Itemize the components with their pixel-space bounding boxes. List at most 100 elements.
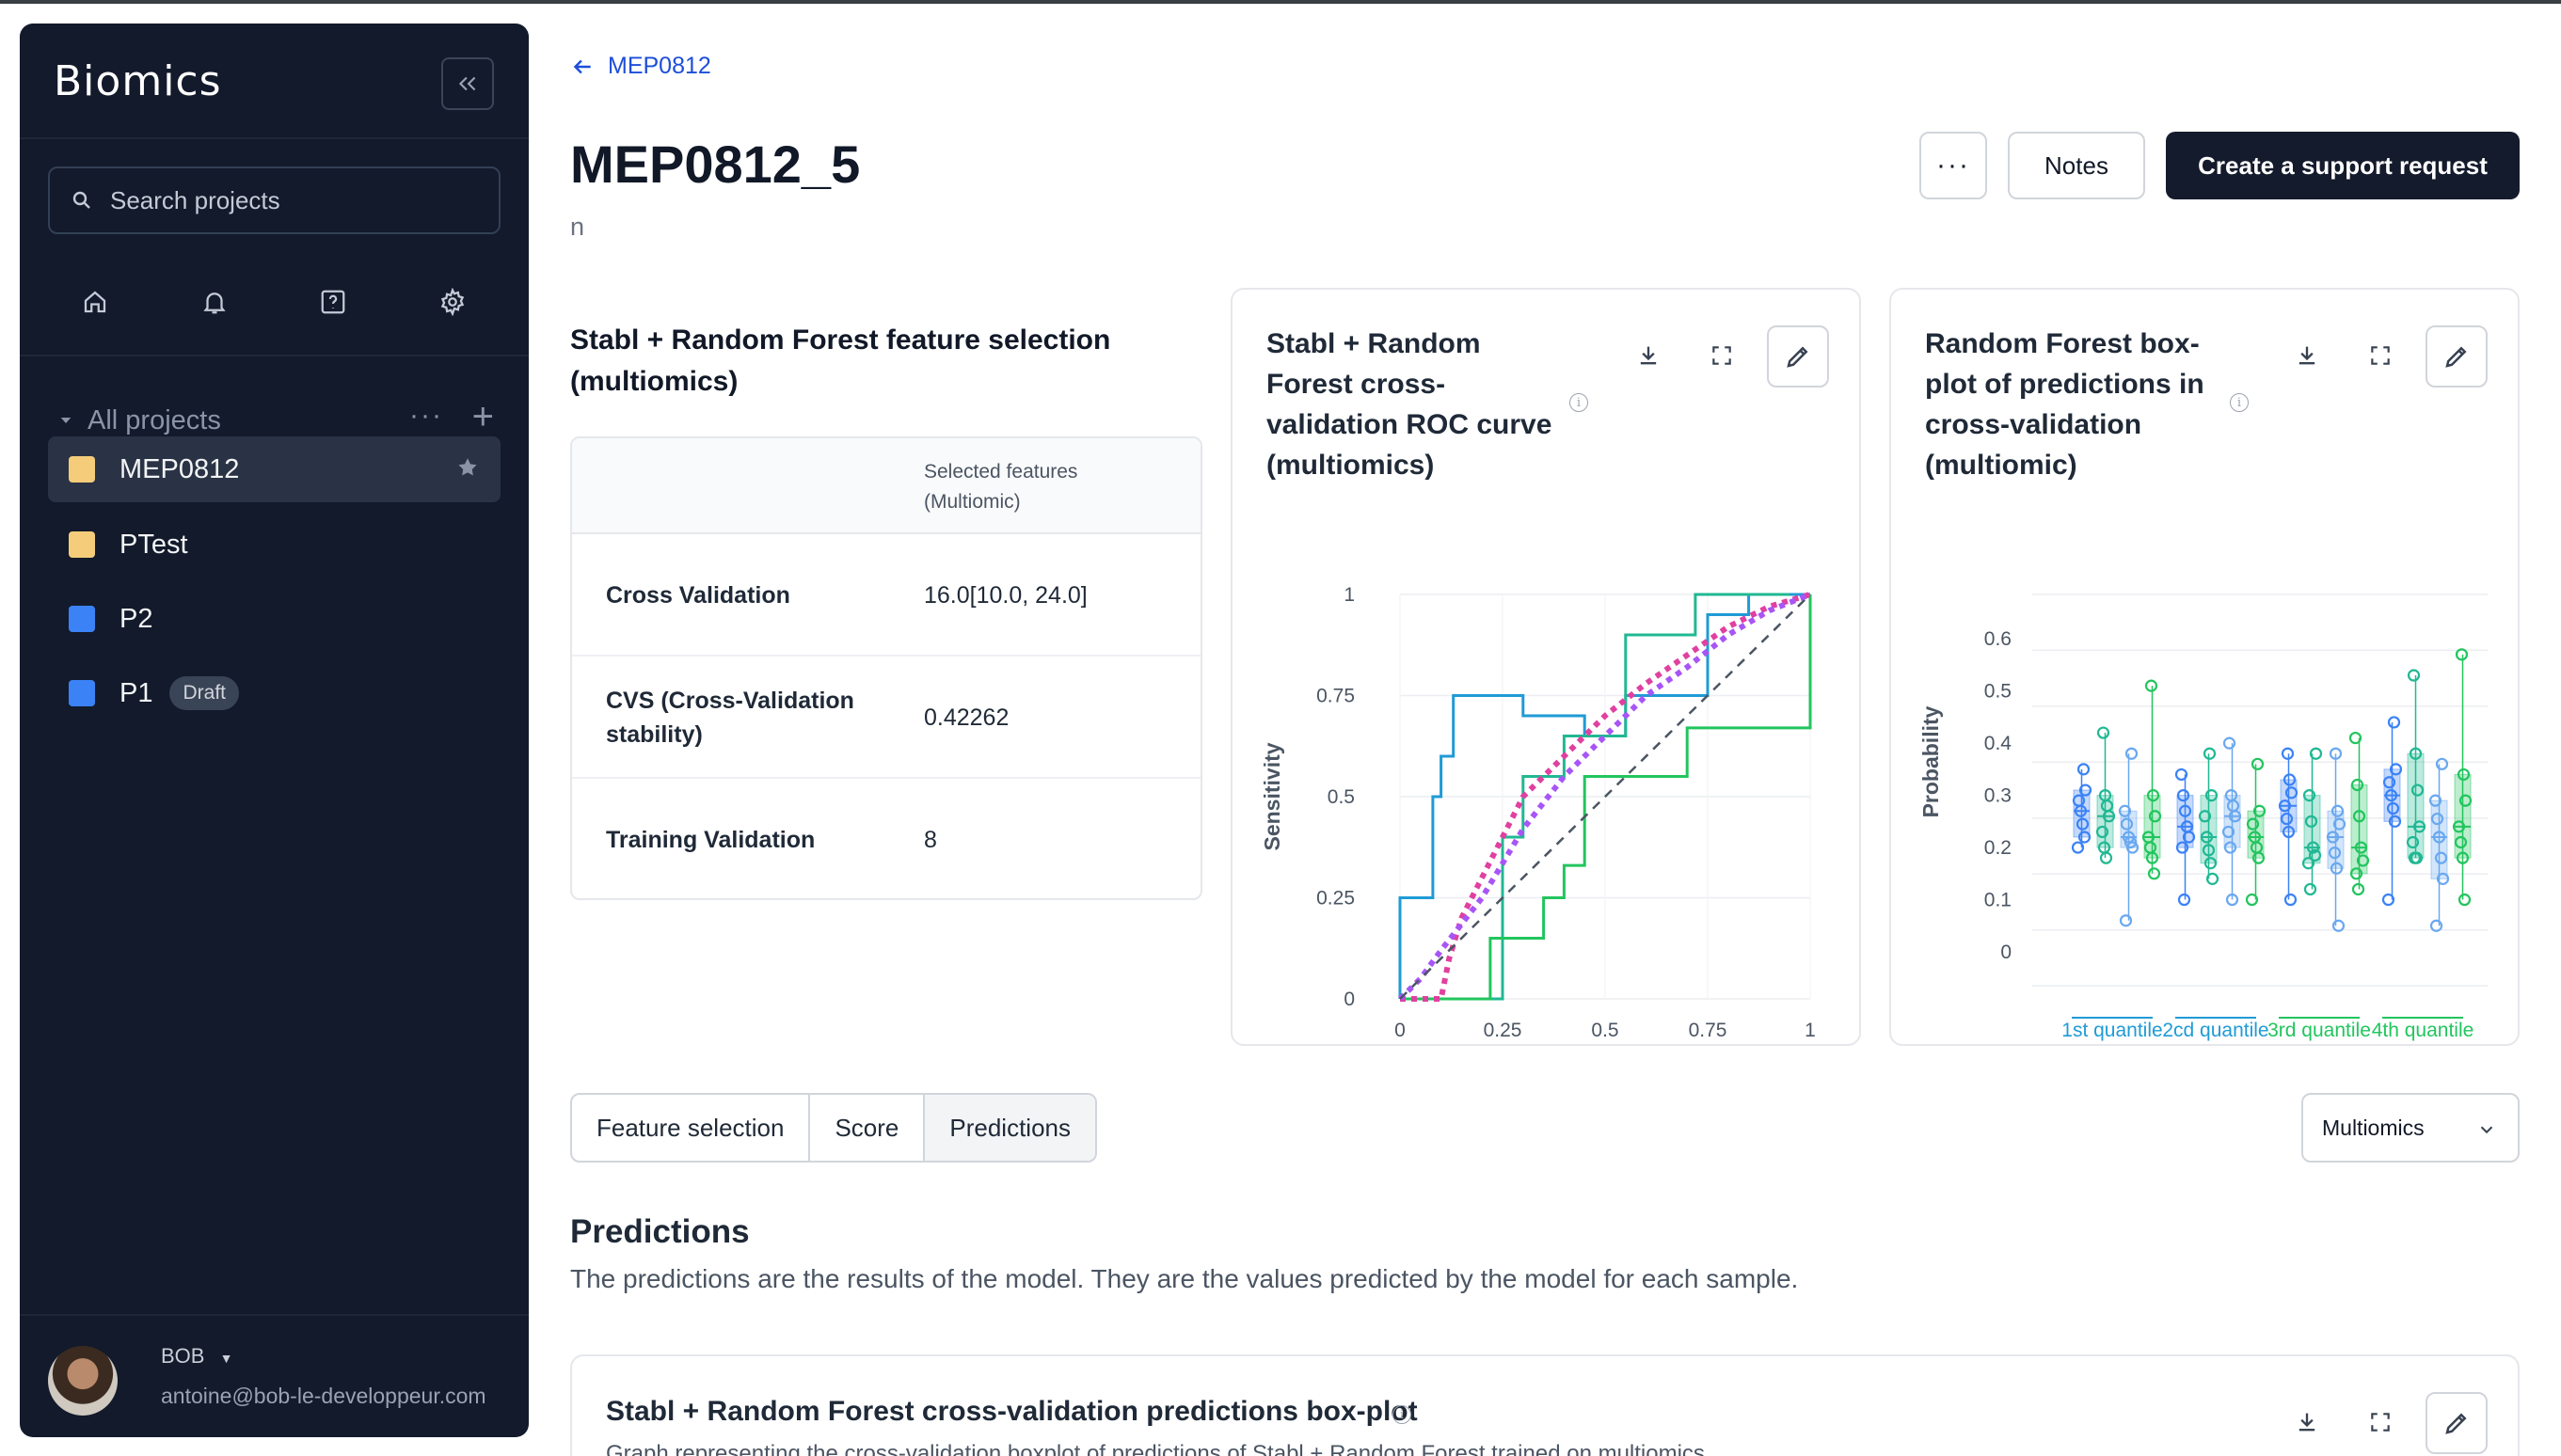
edit-chart-button[interactable] (1767, 325, 1829, 388)
box-point (2144, 679, 2158, 692)
feature-selection-title: Stabl + Random Forest feature selection … (570, 324, 1111, 397)
feature-selection-table: Selected features (Multiomic) Cross Vali… (570, 436, 1202, 900)
chevron-down-icon (2480, 1126, 2493, 1134)
y-tick-label: 0.5 (1984, 681, 2012, 703)
y-tick-label: 0.4 (1984, 733, 2012, 754)
predictions-boxplot-title: Stabl + Random Forest cross-validation p… (606, 1396, 1418, 1427)
box-point (2351, 882, 2365, 896)
gear-icon[interactable] (434, 283, 471, 321)
sidebar-divider (20, 1314, 529, 1316)
y-axis-label: Sensitivity (1260, 742, 1284, 850)
user-menu[interactable]: BOB ▼ antoine@bob-le-developpeur.com (48, 1338, 518, 1423)
table-row: Cross Validation 16.0[10.0, 24.0] (572, 534, 1201, 657)
info-icon[interactable]: i (1392, 1405, 1411, 1424)
row-label: Cross Validation (606, 582, 790, 609)
x-tick-label: 0.5 (1591, 1020, 1618, 1041)
row-label-line: CVS (Cross-Validation (606, 688, 854, 714)
create-support-request-button[interactable]: Create a support request (2166, 132, 2520, 199)
category-label: 1st quantile (2061, 1020, 2162, 1041)
download-icon[interactable] (2290, 1405, 2324, 1439)
box-body (2407, 752, 2425, 859)
draft-badge: Draft (169, 676, 239, 710)
arrow-left-icon (573, 59, 591, 73)
info-icon[interactable]: i (2230, 393, 2249, 412)
download-icon[interactable] (1631, 339, 1665, 372)
search-placeholder: Search projects (110, 185, 280, 214)
box-body (2200, 795, 2218, 864)
info-icon[interactable]: i (1569, 393, 1588, 412)
caret-down-icon: ▼ (219, 1351, 233, 1366)
roc-chart: 00.250.50.75100.250.50.751SpecificitySen… (1260, 584, 1816, 1041)
box-point (2124, 747, 2139, 760)
category-label: 3rd quantile (2267, 1020, 2371, 1041)
home-icon[interactable] (76, 283, 114, 321)
box-point (2096, 726, 2110, 739)
box-point (2203, 747, 2217, 760)
edit-chart-button[interactable] (2426, 325, 2488, 388)
more-actions-button[interactable]: ··· (1919, 132, 1987, 199)
column-header-line: Selected features (924, 461, 1078, 483)
collapse-sidebar-button[interactable] (441, 57, 494, 110)
sidebar-item-ptest[interactable]: PTest (48, 512, 501, 578)
project-color-swatch (69, 456, 95, 483)
sidebar-item-p1[interactable]: P1 Draft (48, 660, 501, 726)
box-point (2458, 893, 2472, 907)
notes-button[interactable]: Notes (2008, 132, 2145, 199)
category-label: 4th quantile (2372, 1020, 2474, 1041)
box-body (2143, 795, 2161, 859)
box-point (2281, 747, 2295, 760)
y-tick-label: 1 (1344, 584, 1355, 606)
fullscreen-icon[interactable] (2363, 1405, 2397, 1439)
box-point (2407, 669, 2421, 682)
bell-icon[interactable] (196, 283, 233, 321)
sidebar-item-p2[interactable]: P2 (48, 586, 501, 652)
y-axis-label: Probability (1918, 705, 1943, 817)
row-label-line: stability) (606, 721, 703, 748)
y-tick-label: 0.1 (1984, 890, 2012, 911)
more-options-icon[interactable]: ··· (409, 400, 443, 432)
x-tick-label: 0.25 (1484, 1020, 1522, 1041)
omics-select-value: Multiomics (2322, 1115, 2425, 1140)
star-icon (458, 458, 477, 476)
download-icon[interactable] (2290, 339, 2324, 372)
roc-curve-card: Stabl + Random Forest cross-validation R… (1231, 288, 1861, 1046)
page-subtitle: n (570, 213, 585, 241)
search-projects-input[interactable]: Search projects (48, 166, 501, 234)
help-icon[interactable] (314, 283, 352, 321)
box-point (2076, 763, 2091, 776)
project-name: MEP0812 (119, 453, 240, 484)
fullscreen-icon[interactable] (1705, 339, 1739, 372)
edit-chart-button[interactable] (2426, 1392, 2488, 1454)
fullscreen-icon[interactable] (2363, 339, 2397, 372)
y-tick-label: 0 (1344, 989, 1355, 1010)
sidebar-divider (20, 355, 529, 356)
sidebar-item-mep0812[interactable]: MEP0812 (48, 436, 501, 502)
results-tabs: Feature selection Score Predictions (570, 1093, 1097, 1163)
x-tick-label: 0.75 (1689, 1020, 1727, 1041)
category-label: 2cd quantile (2162, 1020, 2268, 1041)
project-color-swatch (69, 606, 95, 632)
sidebar-icon-row (76, 283, 471, 321)
y-tick-label: 0 (2000, 942, 2012, 963)
window-top-border (0, 0, 2561, 4)
back-link-label: MEP0812 (608, 53, 711, 79)
tab-score[interactable]: Score (810, 1095, 926, 1161)
project-name: P2 (119, 603, 153, 634)
user-email: antoine@bob-le-developpeur.com (161, 1384, 486, 1408)
tab-predictions[interactable]: Predictions (925, 1095, 1095, 1161)
add-project-icon[interactable]: + (472, 396, 494, 438)
back-link[interactable]: MEP0812 (570, 53, 711, 80)
box-point (2099, 851, 2113, 864)
box-body (2350, 784, 2368, 875)
pencil-icon (2445, 1413, 2467, 1434)
project-name: P1 (119, 677, 153, 708)
row-label: Training Validation (606, 827, 816, 853)
predictions-heading: Predictions (570, 1213, 750, 1250)
omics-select[interactable]: Multiomics (2301, 1093, 2520, 1163)
tab-feature-selection[interactable]: Feature selection (572, 1095, 811, 1161)
search-icon (72, 191, 90, 209)
boxplot-card: Random Forest box-plot of predictions in… (1889, 288, 2520, 1046)
brand-logo: Biomics (54, 57, 222, 105)
all-projects-header[interactable]: All projects ··· + (57, 396, 500, 441)
pencil-icon (1787, 346, 1808, 368)
